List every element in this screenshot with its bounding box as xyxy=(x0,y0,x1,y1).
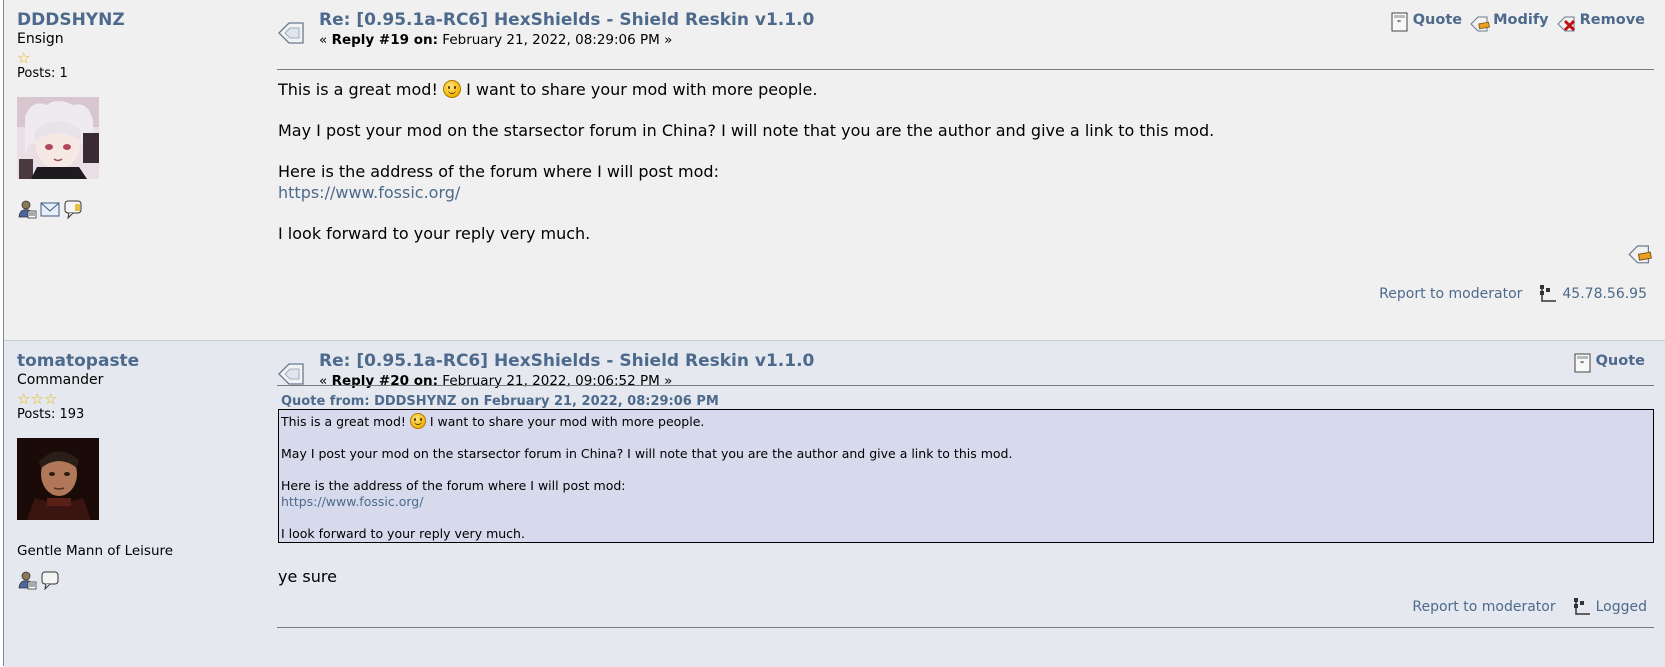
poster-actions xyxy=(17,570,247,590)
quote-text: May I post your mod on the starsector fo… xyxy=(281,446,1013,461)
email-icon[interactable] xyxy=(40,199,60,219)
remove-label: Remove xyxy=(1579,12,1645,28)
remove-icon xyxy=(1556,16,1575,32)
body-text: I look forward to your reply very much. xyxy=(278,224,591,243)
quote-text: This is a great mod! xyxy=(281,414,406,429)
post-subject[interactable]: Re: [0.95.1a-RC6] HexShields - Shield Re… xyxy=(319,10,814,30)
svg-text:": " xyxy=(1580,360,1584,369)
rank-stars: ☆ xyxy=(17,48,247,67)
body-text: This is a great mod! xyxy=(278,80,438,99)
pm-icon[interactable] xyxy=(40,570,60,590)
modify-label: Modify xyxy=(1493,12,1549,28)
reply-number: Reply #20 on: xyxy=(331,373,438,389)
member-rank: Commander xyxy=(17,372,104,388)
reply-prefix: « xyxy=(319,373,328,389)
star-icon: ☆☆☆ xyxy=(17,390,58,408)
quote-text: Here is the address of the forum where I… xyxy=(281,478,626,493)
quote-text: I look forward to your reply very much. xyxy=(281,526,525,541)
footer-divider xyxy=(277,627,1654,628)
reply-prefix: « xyxy=(319,32,328,48)
svg-text:": " xyxy=(1397,19,1401,28)
forum-link[interactable]: https://www.fossic.org/ xyxy=(278,183,460,202)
smiley-icon xyxy=(409,413,426,429)
ip-icon xyxy=(1573,598,1590,615)
author-name[interactable]: tomatopaste xyxy=(17,351,247,371)
smiley-icon xyxy=(442,80,461,98)
avatar[interactable] xyxy=(17,438,99,520)
post-footer: Report to moderator Logged xyxy=(1412,597,1647,617)
poster-actions xyxy=(17,199,247,219)
avatar[interactable] xyxy=(17,97,99,179)
post-meta: « Reply #19 on: February 21, 2022, 08:29… xyxy=(319,32,814,48)
header-divider xyxy=(277,385,1654,386)
quote-label: Quote xyxy=(1412,12,1463,28)
header-divider xyxy=(277,69,1654,70)
remove-button[interactable]: Remove xyxy=(1556,12,1645,32)
quote-button[interactable]: " Quote xyxy=(1390,12,1462,32)
post-count: Posts: 1 xyxy=(17,66,68,81)
ip-info: 45.78.56.95 xyxy=(1538,284,1647,304)
quote-button[interactable]: " Quote xyxy=(1573,353,1645,373)
modify-icon xyxy=(1470,16,1491,32)
pm-icon[interactable] xyxy=(63,199,83,219)
reply-number: Reply #19 on: xyxy=(331,32,438,48)
forum-link[interactable]: https://www.fossic.org/ xyxy=(281,494,423,509)
post-meta: « Reply #20 on: February 21, 2022, 09:06… xyxy=(319,373,814,389)
post-message: Re: [0.95.1a-RC6] HexShields - Shield Re… xyxy=(277,351,1654,667)
report-link[interactable]: Report to moderator xyxy=(1379,286,1522,302)
subject-icon xyxy=(278,22,304,44)
ip-icon xyxy=(1540,285,1557,302)
ip-info: Logged xyxy=(1572,597,1647,617)
post-subject[interactable]: Re: [0.95.1a-RC6] HexShields - Shield Re… xyxy=(319,351,814,371)
member-rank: Ensign xyxy=(17,31,64,47)
post-date: February 21, 2022, 09:06:52 PM » xyxy=(442,373,673,389)
logged-label[interactable]: Logged xyxy=(1596,599,1647,615)
report-link[interactable]: Report to moderator xyxy=(1412,599,1555,615)
quote-label: Quote xyxy=(1595,353,1645,369)
body-text: Here is the address of the forum where I… xyxy=(278,162,719,181)
quote-text: I want to share your mod with more peopl… xyxy=(429,414,705,429)
quote-icon: " xyxy=(1574,353,1591,373)
body-text: I want to share your mod with more peopl… xyxy=(466,80,818,99)
post-buttons: " Quote Modify Remove xyxy=(1390,12,1645,32)
post-header: Re: [0.95.1a-RC6] HexShields - Shield Re… xyxy=(319,10,814,48)
post-20: tomatopaste Commander ☆☆☆ Posts: 193 Gen… xyxy=(4,340,1665,667)
star-icon: ☆ xyxy=(17,49,31,67)
quote-icon: " xyxy=(1391,12,1408,32)
subject-icon xyxy=(278,363,304,385)
modify-button[interactable]: Modify xyxy=(1470,12,1549,32)
post-buttons: " Quote xyxy=(1573,353,1645,373)
quote-header[interactable]: Quote from: DDDSHYNZ on February 21, 202… xyxy=(281,394,719,409)
quote-block: This is a great mod! I want to share you… xyxy=(278,409,1654,543)
author-name[interactable]: DDDSHYNZ xyxy=(17,10,247,30)
post-header: Re: [0.95.1a-RC6] HexShields - Shield Re… xyxy=(319,351,814,389)
post-body: ye sure xyxy=(278,567,337,586)
profile-icon[interactable] xyxy=(17,570,37,590)
post-count: Posts: 193 xyxy=(17,407,85,422)
rank-stars: ☆☆☆ xyxy=(17,389,247,408)
quick-modify-icon[interactable] xyxy=(1628,240,1652,264)
body-text: May I post your mod on the starsector fo… xyxy=(278,121,1215,140)
poster-info: tomatopaste Commander ☆☆☆ Posts: 193 Gen… xyxy=(17,351,247,590)
poster-info: DDDSHYNZ Ensign ☆ Posts: 1 xyxy=(17,10,247,219)
post-19: DDDSHYNZ Ensign ☆ Posts: 1 Re: [0.95.1a-… xyxy=(4,0,1665,340)
post-footer: Report to moderator 45.78.56.95 xyxy=(1379,284,1647,304)
profile-icon[interactable] xyxy=(17,199,37,219)
post-date: February 21, 2022, 08:29:06 PM » xyxy=(442,32,673,48)
ip-address[interactable]: 45.78.56.95 xyxy=(1562,286,1647,302)
personal-text: Gentle Mann of Leisure xyxy=(17,543,174,559)
post-body: This is a great mod! I want to share you… xyxy=(278,79,1214,264)
